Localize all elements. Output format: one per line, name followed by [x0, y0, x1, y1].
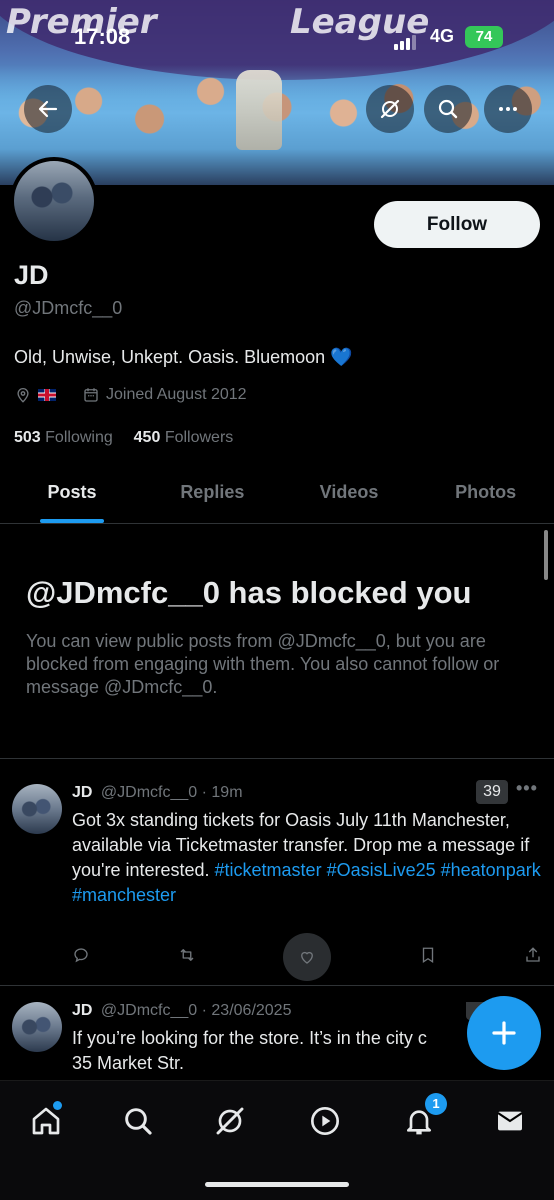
search-icon: [438, 99, 458, 119]
blue-heart-emoji: 💙: [330, 347, 353, 367]
arrow-left-icon: [38, 100, 58, 118]
followers-link[interactable]: 450 Followers: [134, 429, 234, 446]
grok-icon: [216, 1107, 244, 1135]
unread-dot: [53, 1101, 62, 1110]
more-horizontal-icon: [499, 107, 517, 111]
network-label: 4G: [430, 26, 455, 46]
post-actions: [72, 933, 542, 981]
post-more-button[interactable]: •••: [516, 778, 538, 799]
share-icon: [526, 946, 540, 962]
reply-icon: [74, 947, 88, 962]
tab-posts[interactable]: Posts: [0, 462, 144, 523]
post-time: · 19m: [201, 784, 243, 801]
compose-button[interactable]: [467, 996, 541, 1070]
signal-icon: [394, 32, 418, 50]
grok-icon: [380, 99, 400, 119]
followers-label: Followers: [164, 429, 234, 446]
post-avatar[interactable]: [12, 1002, 62, 1052]
uk-flag-emoji: [38, 389, 56, 401]
trophy-image: [236, 70, 282, 150]
views-badge: 39: [476, 780, 508, 804]
search-button[interactable]: [424, 85, 472, 133]
follow-button[interactable]: Follow: [374, 201, 540, 248]
post-author-handle: @JDmcfc__0: [100, 1002, 198, 1019]
reply-button[interactable]: [72, 946, 90, 969]
post-author-handle: @JDmcfc__0: [100, 784, 198, 801]
back-button[interactable]: [24, 85, 72, 133]
following-label: Following: [45, 429, 113, 446]
battery-level: 74: [475, 28, 493, 45]
nav-grok[interactable]: [208, 1099, 252, 1143]
post-avatar[interactable]: [12, 784, 62, 834]
divider: [0, 758, 554, 759]
blocked-description: You can view public posts from @JDmcfc__…: [26, 631, 500, 697]
profile-meta: Joined August 2012: [14, 386, 247, 404]
post-header: JD @JDmcfc__0 · 19m: [72, 784, 243, 802]
heart-icon: [301, 951, 313, 964]
status-time: 17:08: [74, 24, 131, 49]
profile-avatar[interactable]: [10, 157, 98, 245]
divider: [0, 985, 554, 986]
share-button[interactable]: [524, 946, 542, 969]
nav-notifications[interactable]: 1: [397, 1093, 447, 1143]
home-indicator: [205, 1182, 349, 1187]
blocked-title: @JDmcfc__0 has blocked you: [26, 575, 472, 610]
repost-icon: [180, 948, 193, 961]
tab-replies[interactable]: Replies: [144, 462, 281, 523]
post-author-name: JD: [72, 1002, 93, 1019]
post-header: JD @JDmcfc__0 · 23/06/2025: [72, 1002, 291, 1020]
status-bar: 17:08 4G 74: [0, 24, 554, 54]
repost-button[interactable]: [178, 946, 196, 969]
play-circle-icon: [311, 1107, 339, 1135]
bookmark-button[interactable]: [419, 946, 437, 969]
post-author-name: JD: [72, 784, 93, 801]
profile-name: JD: [14, 260, 49, 290]
nav-messages[interactable]: [488, 1099, 532, 1143]
tab-videos[interactable]: Videos: [281, 462, 418, 523]
post-text: Got 3x standing tickets for Oasis July 1…: [72, 808, 542, 908]
post-body-line2: 35 Market Str.: [72, 1053, 185, 1073]
post-time: · 23/06/2025: [201, 1002, 292, 1019]
notifications-badge: 1: [425, 1093, 447, 1115]
profile-tabs: Posts Replies Videos Photos: [0, 462, 554, 524]
grok-button[interactable]: [366, 85, 414, 133]
profile-handle: @JDmcfc__0: [14, 298, 123, 318]
bookmark-icon: [422, 947, 433, 963]
more-options-button[interactable]: [484, 85, 532, 133]
post-item[interactable]: JD @JDmcfc__0 · 19m 39 ••• Got 3x standi…: [0, 778, 554, 984]
scroll-indicator[interactable]: [544, 530, 548, 580]
tab-photos[interactable]: Photos: [417, 462, 554, 523]
calendar-icon: [84, 388, 98, 402]
search-icon: [125, 1108, 152, 1135]
profile-bio: Old, Unwise, Unkept. Oasis. Bluemoon 💙: [14, 347, 353, 368]
battery-icon: 74: [465, 26, 503, 48]
plus-icon: [492, 1021, 516, 1045]
nav-home[interactable]: [24, 1099, 68, 1143]
following-link[interactable]: 503 Following: [14, 429, 113, 446]
bio-text: Old, Unwise, Unkept. Oasis. Bluemoon: [14, 347, 326, 367]
location-icon: [17, 388, 29, 403]
nav-search[interactable]: [116, 1099, 160, 1143]
like-button[interactable]: [283, 933, 331, 981]
following-count: 503: [14, 429, 41, 446]
joined-date: Joined August 2012: [106, 386, 247, 403]
nav-video[interactable]: [303, 1099, 347, 1143]
followers-count: 450: [133, 429, 161, 446]
mail-icon: [497, 1111, 523, 1131]
follow-stats: 503 Following 450 Followers: [14, 429, 233, 447]
